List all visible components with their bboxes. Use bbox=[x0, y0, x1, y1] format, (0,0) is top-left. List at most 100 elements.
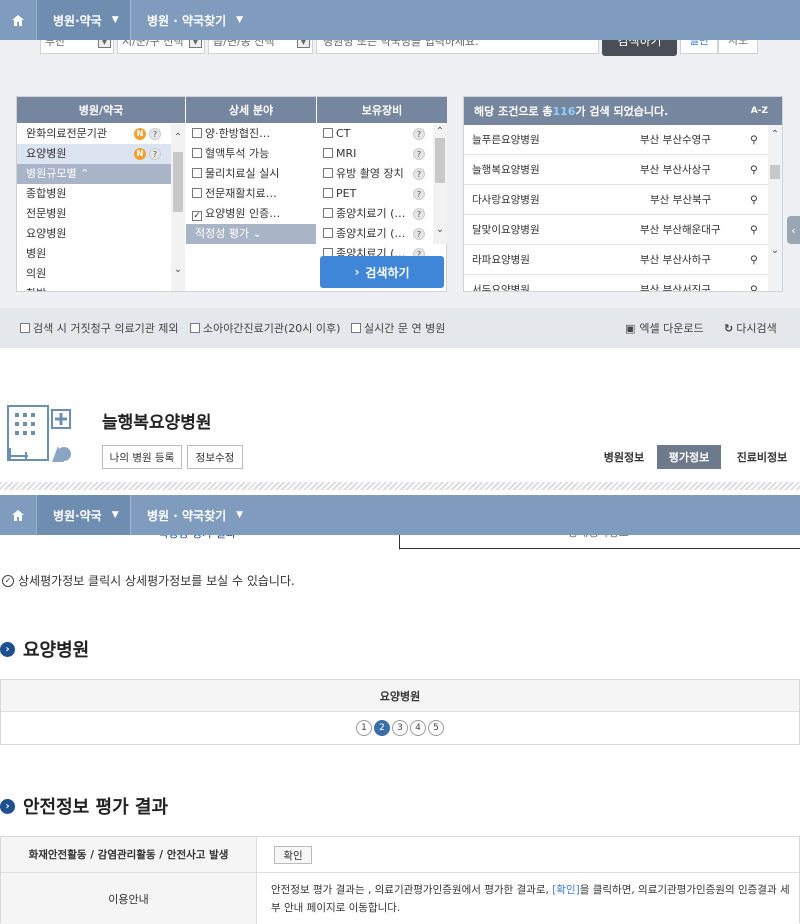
edit-info-button[interactable]: 정보수정 bbox=[187, 445, 243, 469]
list-item[interactable]: 완화의료전문기관 N? bbox=[17, 124, 171, 144]
help-icon[interactable]: ? bbox=[413, 228, 425, 240]
list-item[interactable]: MRI? bbox=[317, 144, 433, 164]
confirm-link[interactable]: [확인] bbox=[552, 884, 580, 896]
checkbox[interactable] bbox=[323, 228, 333, 238]
list-item[interactable]: 한방 bbox=[17, 284, 171, 291]
table-row[interactable]: 달맞이요양병원 부산 부산해운대구 ⚲ bbox=[464, 215, 768, 245]
option-pediatric-night[interactable]: 소아야간진료기관(20시 이후) bbox=[190, 320, 340, 336]
checkbox[interactable] bbox=[323, 128, 333, 138]
list-item[interactable]: CT? bbox=[317, 124, 433, 144]
checkbox-checked[interactable]: ✓ bbox=[192, 211, 202, 221]
checkbox[interactable] bbox=[351, 323, 361, 333]
nav-tab-hospital-pharmacy[interactable]: 병원·약국 ▼ bbox=[36, 495, 130, 535]
checkbox[interactable] bbox=[192, 188, 202, 198]
scroll-thumb[interactable] bbox=[770, 165, 780, 179]
help-icon[interactable]: ? bbox=[149, 148, 161, 160]
list-item[interactable]: 전문병원 bbox=[17, 204, 171, 224]
checkbox[interactable] bbox=[192, 148, 202, 158]
checkbox[interactable] bbox=[323, 168, 333, 178]
list-item[interactable]: 종합병원 bbox=[17, 184, 171, 204]
table-row[interactable]: 늘행복요양병원 부산 부산사상구 ⚲ bbox=[464, 155, 768, 185]
checkbox[interactable] bbox=[20, 323, 30, 333]
tab-cost-info[interactable]: 진료비정보 bbox=[729, 445, 795, 469]
checkbox[interactable] bbox=[192, 168, 202, 178]
hospital-name[interactable]: 라파요양병원 bbox=[472, 252, 530, 267]
chevron-up-icon[interactable]: ⌃ bbox=[768, 129, 782, 140]
checkbox[interactable] bbox=[323, 148, 333, 158]
group-header[interactable]: 적정성 평가 ⌄ bbox=[186, 224, 316, 244]
chevron-up-icon[interactable]: ⌃ bbox=[433, 126, 447, 137]
filter-search-button[interactable]: › 검색하기 bbox=[320, 256, 444, 288]
chevron-down-icon[interactable]: ⌄ bbox=[433, 224, 447, 235]
detail-label: 요양병원 인증… bbox=[205, 207, 281, 220]
table-row[interactable]: 라파요양병원 부산 부산사하구 ⚲ bbox=[464, 245, 768, 275]
chevron-down-icon[interactable]: ⌄ bbox=[768, 245, 782, 256]
home-icon[interactable] bbox=[0, 0, 36, 40]
scrollbar[interactable]: ⌃ ⌄ bbox=[433, 124, 447, 244]
hospital-name[interactable]: 늘행복요양병원 bbox=[472, 162, 540, 177]
scrollbar[interactable]: ⌃ ⌄ bbox=[768, 125, 782, 291]
tab-hospital-info[interactable]: 병원정보 bbox=[597, 445, 651, 469]
hospital-name[interactable]: 늘푸른요양병원 bbox=[472, 132, 540, 147]
map-pin-icon[interactable]: ⚲ bbox=[750, 194, 758, 206]
grade-row: 1 2 3 4 5 bbox=[1, 712, 799, 744]
list-item[interactable]: ✓ 요양병원 인증… bbox=[186, 204, 316, 224]
help-icon[interactable]: ? bbox=[413, 148, 425, 160]
list-item[interactable]: 혈액투석 가능 bbox=[186, 144, 316, 164]
scroll-thumb[interactable] bbox=[173, 152, 183, 212]
map-pin-icon[interactable]: ⚲ bbox=[750, 224, 758, 236]
option-open-now[interactable]: 실시간 문 연 병원 bbox=[351, 320, 445, 336]
hospital-name[interactable]: 달맞이요양병원 bbox=[472, 222, 540, 237]
nav-tab-find[interactable]: 병원 · 약국찾기 ▼ bbox=[130, 0, 251, 40]
group-header[interactable]: 병원규모별 ⌃ bbox=[17, 164, 171, 184]
list-item[interactable]: 전문재활치료… bbox=[186, 184, 316, 204]
tab-evaluation-info[interactable]: 평가정보 bbox=[657, 445, 721, 469]
checkbox[interactable] bbox=[190, 323, 200, 333]
list-item[interactable]: 양·한방협진… bbox=[186, 124, 316, 144]
list-item[interactable]: 병원 bbox=[17, 244, 171, 264]
option-label: 검색 시 거짓청구 의료기관 제외 bbox=[33, 322, 179, 335]
list-item[interactable]: 종양치료기 (…? bbox=[317, 224, 433, 244]
help-icon[interactable]: ? bbox=[413, 168, 425, 180]
checkbox[interactable] bbox=[323, 188, 333, 198]
checkbox[interactable] bbox=[323, 208, 333, 218]
detail-label: 혈액투석 가능 bbox=[205, 147, 270, 160]
table-row[interactable]: 다사랑요양병원 부산 부산북구 ⚲ bbox=[464, 185, 768, 215]
research-button[interactable]: ↻ 다시검색 bbox=[724, 320, 777, 336]
help-icon[interactable]: ? bbox=[413, 208, 425, 220]
checkbox[interactable] bbox=[192, 128, 202, 138]
table-row[interactable]: 서두요양병원 부산 부산서진구 ⚲ bbox=[464, 275, 768, 292]
hospital-name[interactable]: 서두요양병원 bbox=[472, 282, 530, 291]
list-item[interactable]: 종양치료기 (…? bbox=[317, 204, 433, 224]
scroll-thumb[interactable] bbox=[435, 138, 445, 183]
hospital-name[interactable]: 다사랑요양병원 bbox=[472, 192, 540, 207]
help-icon[interactable]: ? bbox=[413, 188, 425, 200]
home-icon[interactable] bbox=[0, 495, 36, 535]
list-item[interactable]: 요양병원 N? bbox=[17, 144, 171, 164]
map-pin-icon[interactable]: ⚲ bbox=[750, 164, 758, 176]
list-item[interactable]: PET? bbox=[317, 184, 433, 204]
side-panel-toggle[interactable]: ‹ bbox=[787, 216, 800, 244]
table-row[interactable]: 늘푸른요양병원 부산 부산수영구 ⚲ bbox=[464, 125, 768, 155]
grade-4: 4 bbox=[410, 720, 426, 736]
nav-tab-hospital-pharmacy[interactable]: 병원·약국 ▼ bbox=[36, 0, 130, 40]
map-pin-icon[interactable]: ⚲ bbox=[750, 134, 758, 146]
chevron-left-icon: ‹ bbox=[791, 223, 796, 237]
chevron-down-icon[interactable]: ⌄ bbox=[171, 264, 185, 275]
nav-tab-find[interactable]: 병원 · 약국찾기 ▼ bbox=[130, 495, 251, 535]
help-icon[interactable]: ? bbox=[149, 128, 161, 140]
list-item[interactable]: 의원 bbox=[17, 264, 171, 284]
list-item[interactable]: 요양병원 bbox=[17, 224, 171, 244]
chevron-up-icon[interactable]: ⌃ bbox=[171, 132, 185, 143]
excel-download-button[interactable]: ▣ 엑셀 다운로드 bbox=[625, 320, 704, 336]
sort-az-icon[interactable]: A-Z bbox=[751, 106, 768, 116]
list-item[interactable]: 유방 촬영 장치? bbox=[317, 164, 433, 184]
list-item[interactable]: 물리치료실 실시 bbox=[186, 164, 316, 184]
scrollbar[interactable]: ⌃ ⌄ bbox=[171, 124, 185, 291]
map-pin-icon[interactable]: ⚲ bbox=[750, 284, 758, 292]
confirm-button[interactable]: 확인 bbox=[274, 846, 312, 864]
help-icon[interactable]: ? bbox=[413, 128, 425, 140]
register-my-hospital-button[interactable]: 나의 병원 등록 bbox=[102, 445, 182, 469]
map-pin-icon[interactable]: ⚲ bbox=[750, 254, 758, 266]
option-exclude-false-claims[interactable]: 검색 시 거짓청구 의료기관 제외 bbox=[20, 320, 179, 336]
